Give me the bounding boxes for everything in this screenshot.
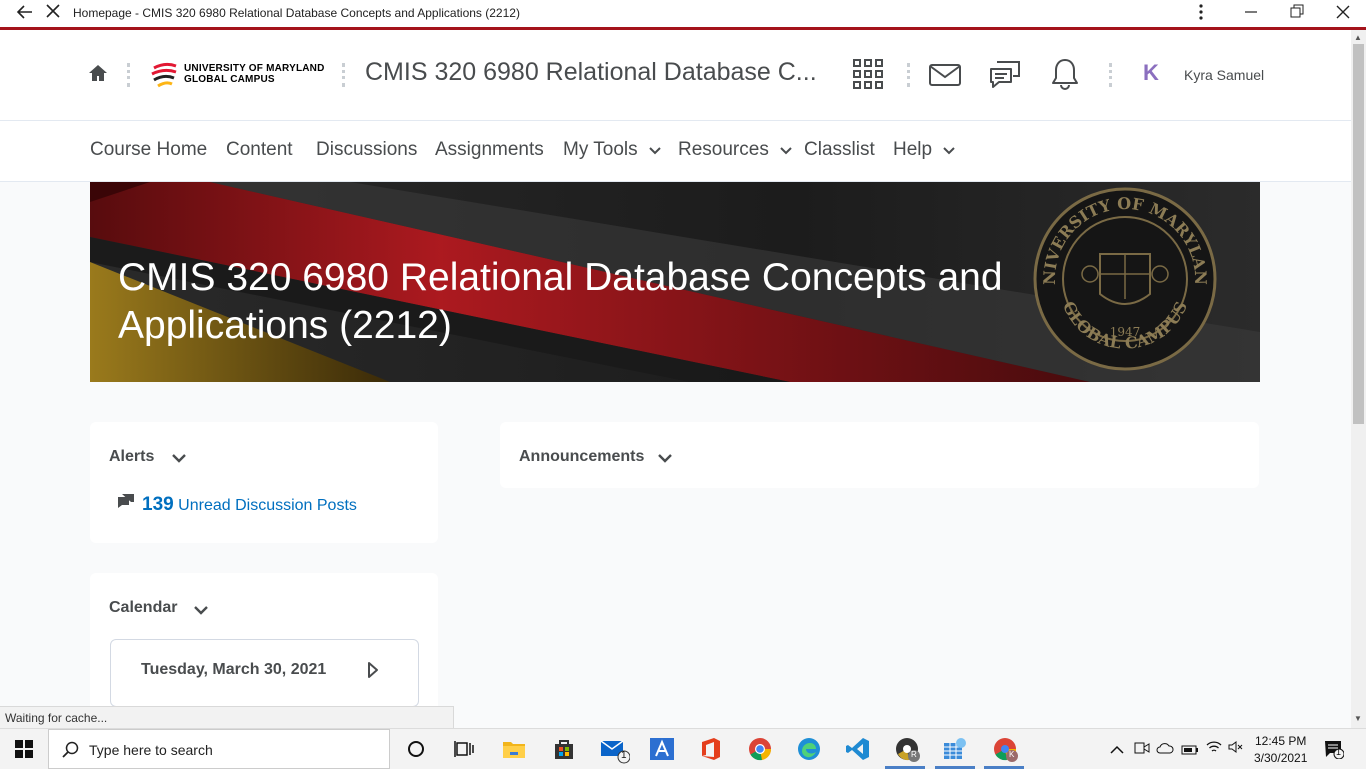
more-menu-icon[interactable] <box>1196 2 1206 27</box>
minimize-icon[interactable] <box>1244 2 1258 27</box>
chrome-icon[interactable] <box>748 737 772 766</box>
university-seal-icon: UNIVERSITY OF MARYLAND GLOBAL CAMPUS 194… <box>1023 182 1220 379</box>
divider <box>342 63 345 87</box>
calendar-date: Tuesday, March 30, 2021 <box>141 661 327 678</box>
task-view-icon[interactable] <box>454 740 474 763</box>
onedrive-cloud-icon[interactable] <box>1156 741 1174 759</box>
search-placeholder: Type here to search <box>89 742 213 758</box>
volume-muted-icon[interactable] <box>1228 740 1244 759</box>
calendar-widget: Calendar Tuesday, March 30, 2021 <box>90 573 438 728</box>
back-arrow-icon[interactable] <box>16 3 34 26</box>
chevron-down-icon[interactable] <box>658 450 672 468</box>
discussion-posts-icon <box>117 493 135 514</box>
close-window-icon[interactable] <box>1336 2 1350 27</box>
mail-badge: 1 <box>621 750 627 761</box>
banner-title: CMIS 320 6980 Relational Database Concep… <box>118 256 1003 347</box>
cortana-icon[interactable] <box>406 739 426 764</box>
chevron-down-icon <box>943 139 956 161</box>
unread-discussion-link[interactable]: 139 Unread Discussion Posts <box>142 494 357 516</box>
nav-help[interactable]: Help <box>893 139 956 161</box>
chevron-down-icon <box>780 139 792 161</box>
nav-help-label: Help <box>893 139 933 161</box>
discussions-chat-icon[interactable] <box>989 60 1021 95</box>
profile-badge-r: R <box>911 750 917 759</box>
nav-content[interactable]: Content <box>226 139 293 161</box>
search-icon <box>62 741 80 764</box>
logo-line-1: UNIVERSITY OF MARYLAND <box>184 63 325 74</box>
profile-badge-k: K <box>1009 750 1015 759</box>
home-icon[interactable] <box>88 63 108 88</box>
clock-date: 3/30/2021 <box>1254 751 1308 765</box>
file-explorer-icon[interactable] <box>502 738 526 765</box>
windows-taskbar: Type here to search 1 R K 12:45 PM 3/30/… <box>0 728 1366 769</box>
course-selector-grid-icon[interactable] <box>853 59 883 94</box>
divider <box>907 63 910 87</box>
system-clock[interactable]: 12:45 PM 3/30/2021 <box>1254 733 1307 767</box>
notification-count: 1 <box>1336 747 1342 757</box>
scrollbar-thumb[interactable] <box>1353 44 1364 424</box>
nav-resources-label: Resources <box>678 139 769 161</box>
office-icon[interactable] <box>700 737 722 766</box>
vscode-icon[interactable] <box>846 737 870 766</box>
nav-discussions[interactable]: Discussions <box>316 139 417 161</box>
status-text: Waiting for cache... <box>5 711 108 725</box>
calendar-date-box: Tuesday, March 30, 2021 <box>110 639 419 707</box>
logo-text[interactable]: UNIVERSITY OF MARYLAND GLOBAL CAMPUS <box>184 63 325 85</box>
calendar-title: Calendar <box>109 599 178 616</box>
chrome-profile-r-icon[interactable]: R <box>895 737 921 768</box>
alerts-widget: Alerts 139 Unread Discussion Posts <box>90 422 438 543</box>
avatar[interactable]: K <box>1143 60 1159 86</box>
mail-app-icon[interactable]: 1 <box>600 738 631 769</box>
umgc-logo-icon[interactable] <box>150 60 180 95</box>
chrome-profile-k-icon[interactable]: K <box>993 737 1019 768</box>
unread-count: 139 <box>142 494 174 515</box>
clock-time: 12:45 PM <box>1255 734 1307 748</box>
course-navbar: Course Home Content Discussions Assignme… <box>0 121 1351 182</box>
nav-resources[interactable]: Resources <box>678 139 792 161</box>
nav-my-tools[interactable]: My Tools <box>563 139 661 161</box>
page-content: UNIVERSITY OF MARYLAND GLOBAL CAMPUS CMI… <box>0 30 1351 728</box>
meet-now-icon[interactable] <box>1134 740 1150 761</box>
user-name[interactable]: Kyra Samuel <box>1184 67 1264 83</box>
store-icon[interactable] <box>552 737 576 766</box>
course-banner: CMIS 320 6980 Relational Database Concep… <box>90 182 1260 382</box>
notifications-bell-icon[interactable] <box>1051 58 1079 95</box>
edge-icon[interactable] <box>797 737 821 766</box>
nav-my-tools-label: My Tools <box>563 139 638 161</box>
windows-start-icon[interactable] <box>15 740 33 763</box>
next-date-icon[interactable] <box>367 661 379 684</box>
chevron-down-icon[interactable] <box>172 450 186 468</box>
email-icon[interactable] <box>929 64 961 91</box>
site-header: UNIVERSITY OF MARYLAND GLOBAL CAMPUS CMI… <box>0 30 1351 121</box>
browser-status-bar: Waiting for cache... <box>0 706 454 729</box>
divider <box>127 63 130 87</box>
announcements-title: Announcements <box>519 448 645 465</box>
chevron-down-icon <box>649 139 661 161</box>
notification-center-icon[interactable]: 1 <box>1324 739 1345 764</box>
course-title[interactable]: CMIS 320 6980 Relational Database C... <box>365 58 817 87</box>
wifi-icon[interactable] <box>1206 740 1222 759</box>
scroll-up-icon[interactable]: ▲ <box>1354 33 1362 42</box>
battery-icon[interactable] <box>1181 742 1199 760</box>
nav-course-home[interactable]: Course Home <box>90 139 207 161</box>
chevron-down-icon[interactable] <box>194 602 208 620</box>
unread-link-text: Unread Discussion Posts <box>178 497 357 514</box>
show-hidden-icons-chevron-up-icon[interactable] <box>1110 742 1124 760</box>
seal-year: 1947 <box>1110 325 1141 339</box>
browser-title-bar: Homepage - CMIS 320 6980 Relational Data… <box>0 0 1366 30</box>
logo-line-2: GLOBAL CAMPUS <box>184 74 275 85</box>
azure-data-studio-icon[interactable] <box>942 737 968 766</box>
nav-assignments[interactable]: Assignments <box>435 139 544 161</box>
page-scrollbar[interactable]: ▲ ▼ <box>1351 30 1366 728</box>
window-title: Homepage - CMIS 320 6980 Relational Data… <box>73 6 520 20</box>
divider <box>1109 63 1112 87</box>
announcements-widget: Announcements <box>500 422 1259 488</box>
restore-icon[interactable] <box>1290 2 1304 27</box>
azure-app-icon[interactable] <box>650 738 674 765</box>
taskbar-search-box[interactable]: Type here to search <box>48 729 390 769</box>
alerts-title: Alerts <box>109 448 155 465</box>
scroll-down-icon[interactable]: ▼ <box>1354 714 1362 723</box>
stop-loading-icon[interactable] <box>45 3 61 24</box>
nav-classlist[interactable]: Classlist <box>804 139 875 161</box>
